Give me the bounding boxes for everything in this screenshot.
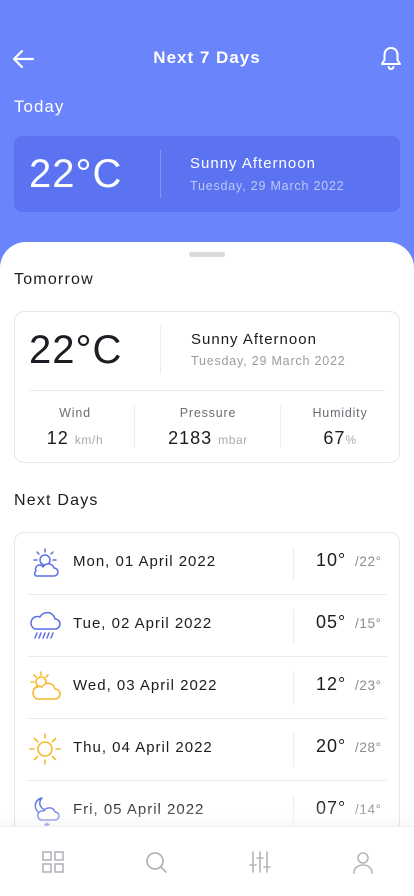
day-date: Fri, 05 April 2022 — [73, 801, 205, 818]
stat-value-row: 2183 mbar — [135, 428, 281, 449]
today-date: Tuesday, 29 March 2022 — [190, 179, 345, 193]
stat-value: 67 — [323, 428, 346, 448]
stat-unit: % — [345, 433, 357, 447]
stat-unit: mbar — [218, 433, 248, 447]
day-low-temp: /14° — [355, 802, 382, 817]
divider — [29, 390, 385, 391]
stat-label: Wind — [59, 406, 91, 420]
day-date: Wed, 03 April 2022 — [73, 677, 218, 694]
day-high-temp: 20° — [316, 736, 347, 756]
bell-icon — [381, 47, 401, 70]
today-card[interactable]: 22°C Sunny Afternoon Tuesday, 29 March 2… — [14, 136, 400, 212]
day-date: Thu, 04 April 2022 — [73, 739, 213, 756]
tomorrow-date: Tuesday, 29 March 2022 — [191, 354, 346, 368]
tomorrow-label: Tomorrow — [14, 271, 94, 288]
bottom-sheet: Tomorrow 22°C Sunny Afternoon Tuesday, 2… — [0, 242, 414, 896]
divider — [293, 795, 294, 829]
day-high-temp: 10° — [316, 550, 347, 570]
stat-unit: km/h — [74, 433, 104, 447]
today-temperature: 22°C — [29, 152, 123, 196]
list-item[interactable]: Tue, 02 April 2022 05° /15° — [15, 595, 399, 657]
nav-home[interactable] — [40, 849, 66, 875]
day-low-temp: /15° — [355, 616, 382, 631]
stat-label: Humidity — [312, 406, 368, 420]
nav-filters[interactable] — [247, 849, 273, 875]
tomorrow-card[interactable]: 22°C Sunny Afternoon Tuesday, 29 March 2… — [14, 311, 400, 463]
divider — [160, 150, 161, 198]
filter-sliders-icon — [249, 851, 271, 873]
wind-stat: Wind 12 km/h — [15, 406, 135, 449]
profile-icon — [353, 852, 373, 874]
stat-value: 12 — [46, 428, 69, 448]
page-title: Next 7 Days — [153, 48, 261, 67]
notifications-button[interactable] — [378, 44, 404, 72]
day-low-temp: /23° — [355, 678, 382, 693]
divider — [293, 547, 294, 581]
list-item[interactable]: Wed, 03 April 2022 12° /23° — [15, 657, 399, 719]
sheet-handle[interactable] — [189, 252, 225, 257]
day-high-temp: 05° — [316, 612, 347, 632]
divider — [293, 609, 294, 643]
divider — [293, 671, 294, 705]
today-condition: Sunny Afternoon — [190, 155, 316, 172]
grid-icon — [42, 851, 64, 873]
list-item[interactable]: Thu, 04 April 2022 20° /28° — [15, 719, 399, 781]
moon-snow-cloud-icon — [34, 797, 60, 829]
nav-profile[interactable] — [350, 849, 376, 875]
stat-label: Pressure — [179, 406, 237, 420]
tomorrow-temperature: 22°C — [29, 328, 123, 372]
search-icon — [146, 852, 167, 873]
nav-search[interactable] — [143, 849, 169, 875]
tomorrow-condition: Sunny Afternoon — [191, 331, 317, 348]
rain-cloud-icon — [30, 611, 61, 639]
today-label: Today — [14, 97, 65, 116]
day-high-temp: 07° — [316, 798, 347, 818]
day-date: Mon, 01 April 2022 — [73, 553, 217, 570]
sun-behind-cloud-icon — [30, 671, 61, 700]
humidity-stat: Humidity 67% — [281, 406, 399, 449]
pressure-stat: Pressure 2183 mbar — [135, 406, 281, 449]
day-high-temp: 12° — [316, 674, 347, 694]
divider — [293, 733, 294, 767]
list-item[interactable]: Mon, 01 April 2022 10° /22° — [15, 533, 399, 595]
day-date: Tue, 02 April 2022 — [73, 615, 213, 632]
bottom-nav — [0, 826, 414, 896]
header: Next 7 Days Today 22°C Sunny Afternoon T… — [0, 0, 414, 240]
stat-value-row: 67% — [281, 428, 399, 449]
day-low-temp: /28° — [355, 740, 382, 755]
divider — [160, 326, 161, 374]
partly-cloudy-icon — [33, 548, 59, 577]
day-low-temp: /22° — [355, 554, 382, 569]
next-days-list: Mon, 01 April 2022 10° /22° Tue, 02 Apri… — [14, 532, 400, 842]
next-days-label: Next Days — [14, 492, 99, 509]
sun-icon — [29, 733, 61, 765]
stat-value-row: 12 km/h — [15, 428, 135, 449]
stat-value: 2183 — [168, 428, 213, 448]
